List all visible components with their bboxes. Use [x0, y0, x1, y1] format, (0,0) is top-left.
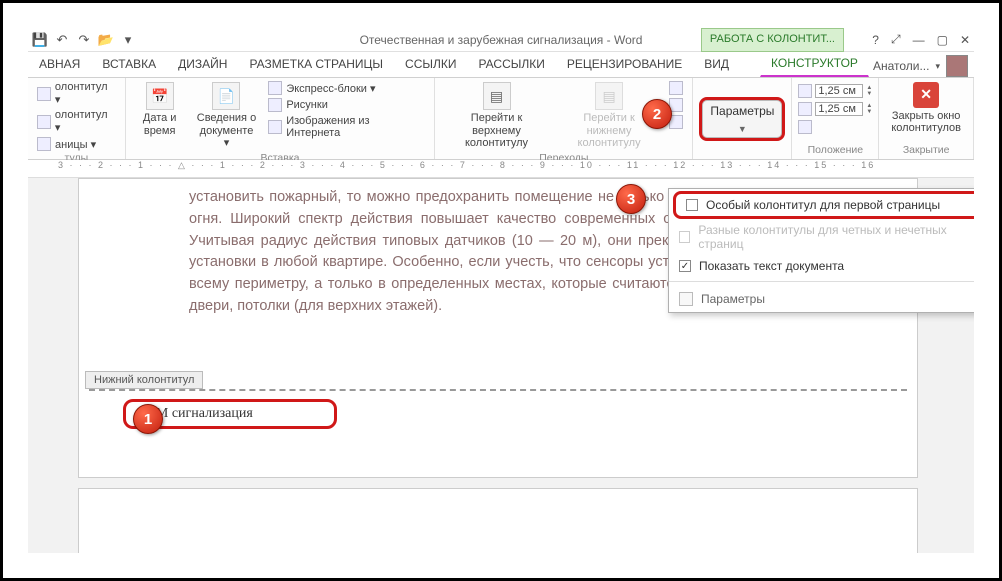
pictures-button[interactable]: Рисунки	[265, 97, 428, 113]
group-label: Положение	[798, 144, 872, 157]
dropdown-footer: Параметры	[669, 286, 974, 312]
header-icon	[37, 87, 51, 101]
tab-insert[interactable]: ВСТАВКА	[91, 51, 167, 77]
tab-references[interactable]: ССЫЛКИ	[394, 51, 467, 77]
pagenum-icon	[37, 137, 51, 151]
quickparts-button[interactable]: Экспресс-блоки ▾	[265, 80, 428, 96]
undo-icon[interactable]: ↶	[54, 32, 70, 48]
quick-access-toolbar: 💾 ↶ ↷ 📂 ▾	[28, 32, 136, 48]
prev-icon	[669, 81, 683, 95]
horizontal-ruler[interactable]: 3 · · · 2 · · · 1 · · · △ · · · 1 · · · …	[28, 160, 974, 178]
redo-icon[interactable]: ↷	[76, 32, 92, 48]
tab-layout[interactable]: РАЗМЕТКА СТРАНИЦЫ	[238, 51, 394, 77]
close-headerfooter-button[interactable]: ✕ Закрыть окно колонтитулов	[885, 80, 967, 136]
footer-from-bottom[interactable]: 1,25 см▲▼	[798, 102, 872, 116]
options-dropdown: Особый колонтитул для первой страницы Ра…	[668, 188, 974, 313]
ribbon-collapse-icon[interactable]: ⤢	[891, 32, 901, 47]
tab-home[interactable]: АВНАЯ	[28, 51, 91, 77]
page-2[interactable]: 2	[78, 488, 918, 553]
minimize-icon[interactable]: —	[913, 33, 925, 47]
docinfo-button[interactable]: 📄Сведения о документе ▾	[192, 80, 262, 152]
prev-section-button	[666, 80, 686, 96]
user-area[interactable]: Анатоли... ▾	[873, 55, 974, 77]
option-different-odd-even[interactable]: Разные колонтитулы для четных и нечетных…	[669, 219, 974, 255]
group-headerfooter: олонтитул ▾ олонтитул ▾ аницы ▾ тулы	[28, 78, 126, 159]
quickparts-icon	[268, 81, 282, 95]
ribbon-tabs: АВНАЯ ВСТАВКА ДИЗАЙН РАЗМЕТКА СТРАНИЦЫ С…	[28, 52, 974, 78]
ribbon: олонтитул ▾ олонтитул ▾ аницы ▾ тулы 📅Да…	[28, 78, 974, 160]
word-window: 💾 ↶ ↷ 📂 ▾ Отечественная и зарубежная сиг…	[28, 28, 974, 553]
callout-badge-3: 3	[616, 184, 646, 214]
ruler-bottom-icon	[798, 102, 812, 116]
header-btn[interactable]: олонтитул ▾	[34, 80, 119, 107]
group-options: Параметры ▼	[693, 78, 792, 159]
docinfo-icon: 📄	[212, 82, 240, 110]
footer-zone[interactable]: Нижний колонтитул	[79, 389, 917, 477]
datetime-button[interactable]: 📅Дата и время	[132, 80, 188, 139]
option-show-document-text[interactable]: ✓ Показать текст документа	[669, 255, 974, 277]
footer-btn[interactable]: олонтитул ▾	[34, 108, 119, 135]
avatar	[946, 55, 968, 77]
insert-tab-button[interactable]	[798, 120, 872, 134]
checkbox-icon[interactable]	[686, 199, 698, 211]
group-close: ✕ Закрыть окно колонтитулов Закрытие	[879, 78, 974, 159]
header-from-top[interactable]: 1,25 см▲▼	[798, 84, 872, 98]
pagenum-btn[interactable]: аницы ▾	[34, 136, 119, 152]
ruler-top-icon	[798, 84, 812, 98]
goto-header-button[interactable]: ▤Перейти к верхнему колонтитулу	[441, 80, 551, 152]
callout-badge-2: 2	[642, 99, 672, 129]
calendar-icon: 📅	[146, 82, 174, 110]
gear-icon	[679, 292, 693, 306]
tab-mailings[interactable]: РАССЫЛКИ	[467, 51, 555, 77]
tab-review[interactable]: РЕЦЕНЗИРОВАНИЕ	[556, 51, 693, 77]
callout-badge-1: 1	[133, 404, 163, 434]
close-icon[interactable]: ✕	[960, 33, 970, 47]
tab-hf-design[interactable]: КОНСТРУКТОР	[760, 50, 869, 77]
maximize-icon[interactable]: ▢	[937, 33, 948, 47]
chevron-down-icon: ▼	[738, 124, 747, 134]
tab-design[interactable]: ДИЗАЙН	[167, 51, 238, 77]
options-button[interactable]: Параметры ▼	[699, 97, 785, 141]
help-icon[interactable]: ?	[872, 33, 879, 47]
checkbox-checked-icon[interactable]: ✓	[679, 260, 691, 272]
footer-text-input[interactable]	[138, 406, 316, 422]
contextual-tab-header: РАБОТА С КОЛОНТИТ...	[701, 28, 844, 52]
open-icon[interactable]: 📂	[98, 32, 114, 48]
tab-view[interactable]: ВИД	[693, 51, 740, 77]
save-icon[interactable]: 💾	[32, 32, 48, 48]
dropdown-footer-label: Параметры	[701, 292, 765, 306]
option-label: Разные колонтитулы для четных и нечетных…	[698, 223, 974, 251]
options-label: Параметры	[710, 104, 774, 118]
option-label: Показать текст документа	[699, 259, 844, 273]
gotofooter-icon: ▤	[595, 82, 623, 110]
tab-icon	[798, 120, 812, 134]
onlinepic-icon	[268, 120, 282, 134]
qat-dropdown-icon[interactable]: ▾	[120, 32, 136, 48]
picture-icon	[268, 98, 282, 112]
group-label: Закрытие	[885, 144, 967, 157]
user-name: Анатоли...	[873, 59, 930, 73]
onlinepics-button[interactable]: Изображения из Интернета	[265, 114, 428, 140]
footer-label-tab: Нижний колонтитул	[85, 371, 203, 389]
group-insert: 📅Дата и время 📄Сведения о документе ▾ Эк…	[126, 78, 436, 159]
option-different-first-page[interactable]: Особый колонтитул для первой страницы	[673, 191, 974, 219]
gotoheader-icon: ▤	[483, 82, 511, 110]
titlebar: 💾 ↶ ↷ 📂 ▾ Отечественная и зарубежная сиг…	[28, 28, 974, 52]
window-controls: ? ⤢ — ▢ ✕	[872, 32, 970, 47]
checkbox-icon[interactable]	[679, 231, 690, 243]
close-x-icon: ✕	[913, 82, 939, 108]
window-title: Отечественная и зарубежная сигнализация …	[360, 33, 643, 47]
footer-icon	[37, 115, 51, 129]
option-label: Особый колонтитул для первой страницы	[706, 198, 940, 212]
group-position: 1,25 см▲▼ 1,25 см▲▼ Положение	[792, 78, 879, 159]
